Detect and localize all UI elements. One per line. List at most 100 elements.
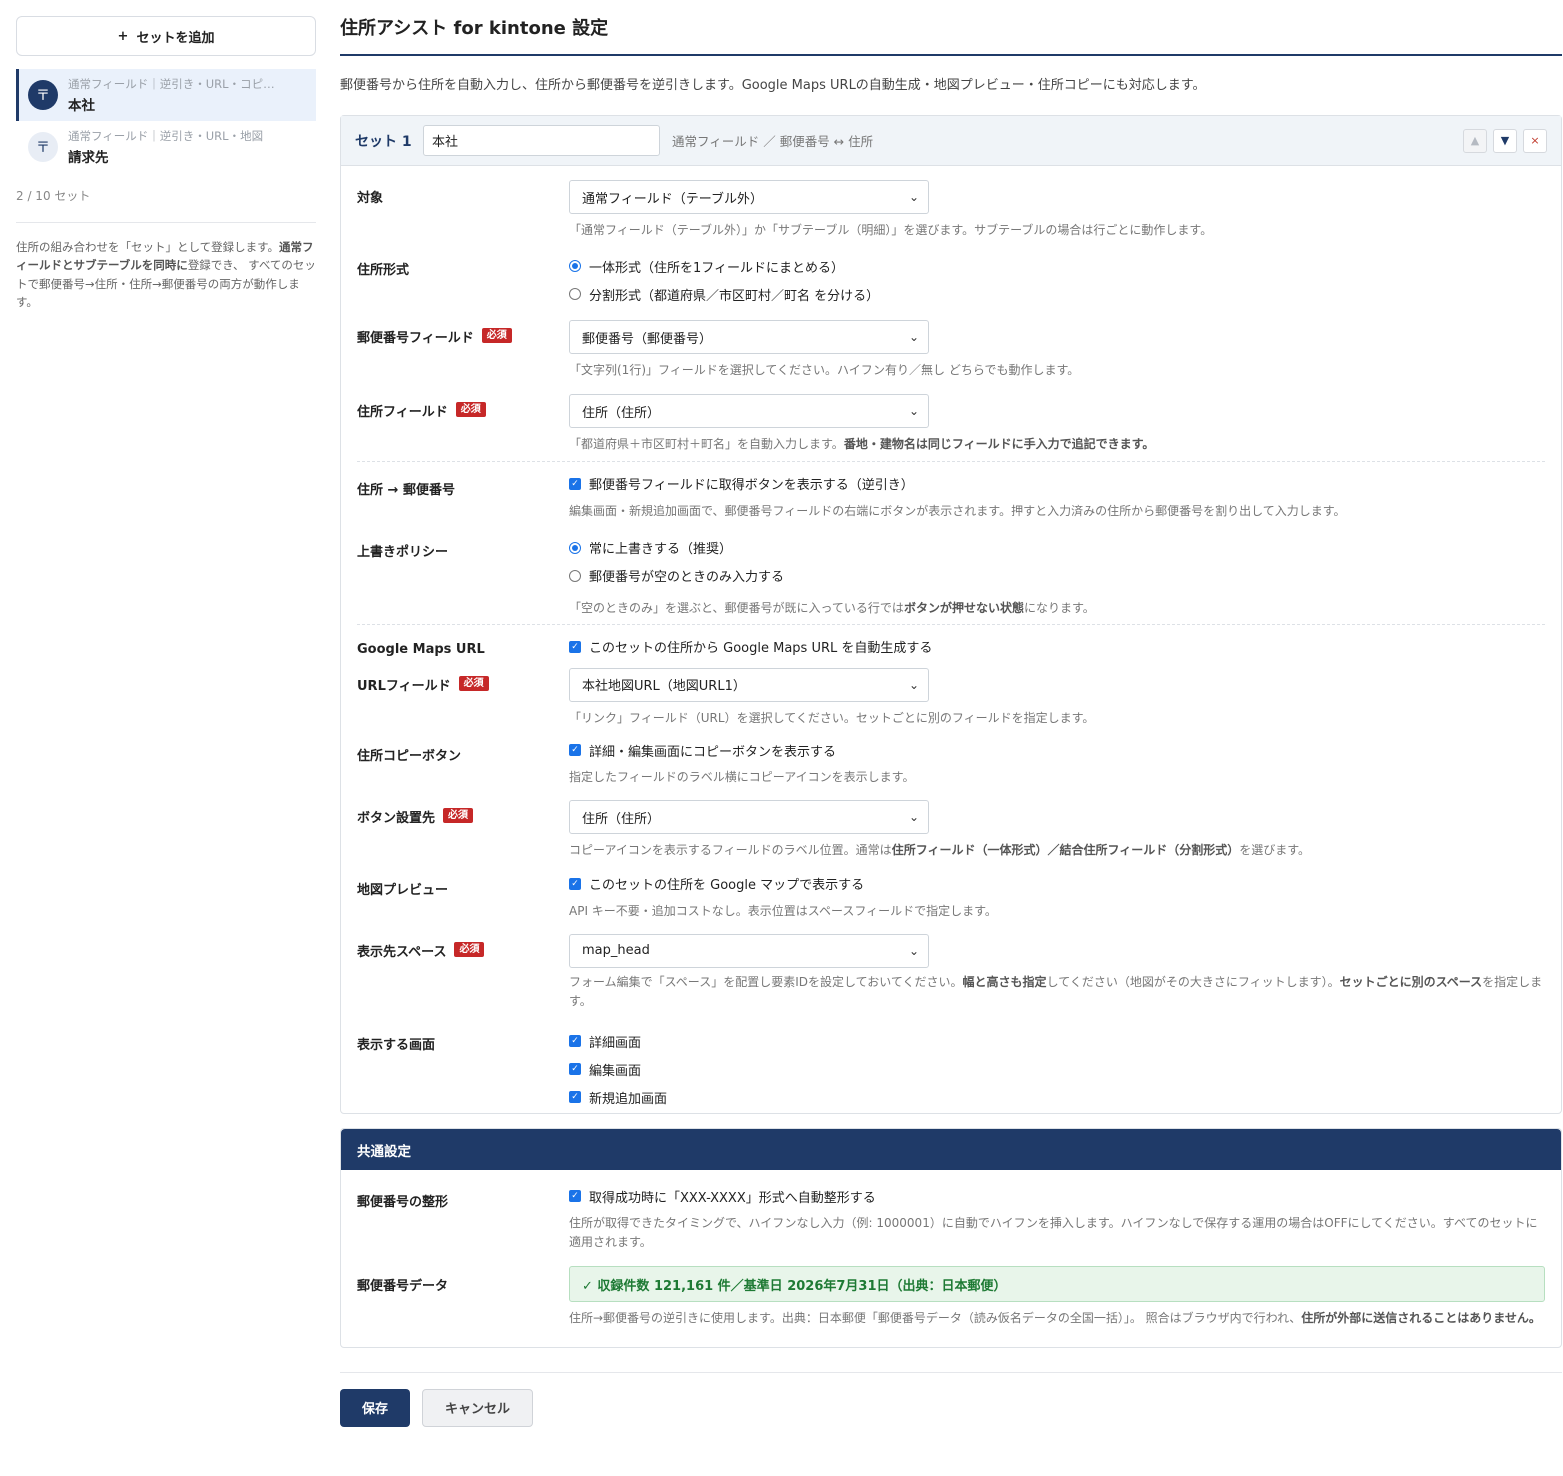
field-label: 上書きポリシー: [357, 538, 569, 618]
save-button[interactable]: 保存: [340, 1388, 410, 1427]
set-list: 〒 通常フィールド｜逆引き・URL・コピー… 本社 〒 通常フィールド｜逆引き・…: [16, 69, 316, 173]
option-label: 編集画面: [589, 1063, 642, 1079]
label-text: 地図プレビュー: [357, 882, 449, 898]
delete-set-button[interactable]: ×: [1523, 128, 1547, 153]
label-text: 対象: [357, 191, 384, 206]
move-down-button[interactable]: ▼: [1493, 128, 1517, 153]
plus-icon: +: [117, 28, 129, 44]
set-item-seikyusaki[interactable]: 〒 通常フィールド｜逆引き・URL・地図 請求先: [16, 121, 316, 173]
field-label: 郵便番号フィールド 必須: [357, 320, 569, 380]
help-text: 「空のときのみ」を選ぶと、郵便番号が既に入っている行ではボタンが押せない状態にな…: [569, 599, 1545, 618]
required-badge: 必須: [481, 328, 512, 344]
option-label: 詳細画面: [589, 1035, 642, 1051]
screen-edit-checkbox[interactable]: ✓ 編集画面: [569, 1059, 1545, 1079]
url-field-select[interactable]: 本社地図URL（地図URL1） ⌄: [569, 667, 929, 702]
chevron-down-icon: ⌄: [908, 943, 919, 958]
address-field-select[interactable]: 住所（住所） ⌄: [569, 394, 929, 429]
screen-detail-checkbox[interactable]: ✓ 詳細画面: [569, 1031, 1545, 1051]
label-text: 住所形式: [357, 263, 410, 279]
label-text: 住所コピーボタン: [357, 749, 462, 765]
row-reverse: 住所 → 郵便番号 ✓ 郵便番号フィールドに取得ボタンを表示する（逆引き） 編集画…: [357, 462, 1545, 521]
zip-field-select[interactable]: 郵便番号（郵便番号） ⌄: [569, 320, 929, 355]
common-settings-header: 共通設定: [341, 1129, 1561, 1171]
help-text: 「都道府県＋市区町村＋町名」を自動入力します。番地・建物名は同じフィールドに手入…: [569, 435, 1545, 454]
set-card: セット 1 通常フィールド ／ 郵便番号 ↔ 住所 ▲ ▼ × 対象 通常フィー…: [340, 115, 1562, 1115]
help-text: 指定したフィールドのラベル横にコピーアイコンを表示します。: [569, 770, 915, 785]
arrow-down-icon: ▼: [1500, 134, 1510, 147]
help-text: 住所が取得できたタイミングで、ハイフンなし入力（例: 1000001）に自動でハ…: [569, 1216, 1538, 1250]
select-value: 住所（住所）: [582, 405, 661, 421]
select-value: map_head: [582, 943, 650, 959]
field-label: 郵便番号データ: [357, 1266, 569, 1328]
reverse-checkbox[interactable]: ✓ 郵便番号フィールドに取得ボタンを表示する（逆引き）: [569, 474, 1545, 494]
help-part: フォーム編集で「スペース」を配置し要素IDを設定しておいてください。: [569, 974, 963, 989]
option-label: 取得成功時に「XXX-XXXX」形式へ自動整形する: [589, 1190, 876, 1206]
label-text: 郵便番号データ: [357, 1279, 449, 1295]
zip-format-checkbox[interactable]: ✓ 取得成功時に「XXX-XXXX」形式へ自動整形する: [569, 1186, 1549, 1206]
move-up-button[interactable]: ▲: [1463, 128, 1487, 153]
cancel-button[interactable]: キャンセル: [422, 1388, 533, 1427]
sidebar-divider: [16, 222, 316, 223]
field-label: 住所フィールド 必須: [357, 394, 569, 454]
set-name-input[interactable]: [423, 125, 660, 156]
help-bold: ボタンが押せない状態: [903, 600, 1024, 615]
help-part: してください（地図がその大きさにフィットします）。: [1046, 974, 1340, 989]
option-label: このセットの住所を Google マップで表示する: [589, 878, 865, 893]
set-number-label: セット 1: [355, 133, 412, 150]
radio-only-empty[interactable]: 郵便番号が空のときのみ入力する: [569, 566, 1545, 586]
space-select[interactable]: map_head ⌄: [569, 933, 929, 968]
required-badge: 必須: [455, 402, 486, 418]
select-value: 本社地図URL（地図URL1）: [582, 679, 746, 695]
radio-unified[interactable]: 一体形式（住所を1フィールドにまとめる）: [569, 256, 1545, 276]
add-set-label: セットを追加: [136, 30, 215, 46]
button-place-select[interactable]: 住所（住所） ⌄: [569, 800, 929, 835]
field-label: 地図プレビュー: [357, 874, 569, 921]
row-target: 対象 通常フィールド（テーブル外） ⌄ 「通常フィールド（テーブル外）」か「サブテ…: [357, 166, 1545, 240]
set-card-body: 対象 通常フィールド（テーブル外） ⌄ 「通常フィールド（テーブル外）」か「サブテ…: [341, 166, 1561, 1113]
label-text: ボタン設置先: [357, 811, 436, 827]
radio-always-overwrite[interactable]: 常に上書きする（推奨）: [569, 538, 1545, 558]
option-label: 常に上書きする（推奨）: [589, 542, 733, 558]
row-zip-format: 郵便番号の整形 ✓ 取得成功時に「XXX-XXXX」形式へ自動整形する 住所が取得…: [357, 1170, 1545, 1252]
help-part: 住所→郵便番号の逆引きに使用します。出典：日本郵便「郵便番号データ（読み仮名デー…: [569, 1311, 1302, 1326]
checkbox-checked-icon: ✓: [569, 1190, 581, 1203]
row-overwrite: 上書きポリシー 常に上書きする（推奨） 郵便番号が空のときのみ入力する 「空のと…: [357, 521, 1545, 618]
map-preview-checkbox[interactable]: ✓ このセットの住所を Google マップで表示する: [569, 874, 1545, 894]
row-address-field: 住所フィールド 必須 住所（住所） ⌄ 「都道府県＋市区町村＋町名」を自動入力します…: [357, 380, 1545, 454]
copy-button-checkbox[interactable]: ✓ 詳細・編集画面にコピーボタンを表示する: [569, 740, 1545, 760]
set-item-honsha[interactable]: 〒 通常フィールド｜逆引き・URL・コピー… 本社: [16, 69, 316, 121]
row-address-format: 住所形式 一体形式（住所を1フィールドにまとめる） 分割形式（都道府県／市区町村…: [357, 240, 1545, 304]
chevron-down-icon: ⌄: [908, 677, 919, 692]
target-select[interactable]: 通常フィールド（テーブル外） ⌄: [569, 180, 929, 214]
screen-new-checkbox[interactable]: ✓ 新規追加画面: [569, 1087, 1545, 1107]
help-part: になります。: [1023, 600, 1095, 615]
sidebar-help: 住所の組み合わせを「セット」として登録します。通常フィールドとサブテーブルを同時…: [16, 238, 316, 312]
label-text: 郵便番号フィールド: [357, 331, 474, 347]
radio-split[interactable]: 分割形式（都道府県／市区町村／町名 を分ける）: [569, 284, 1545, 304]
select-value: 郵便番号（郵便番号）: [582, 331, 713, 347]
help-bold: セットごとに別のスペース: [1339, 974, 1483, 989]
help-text: API キー不要・追加コストなし。表示位置はスペースフィールドで指定します。: [569, 903, 997, 918]
add-set-button[interactable]: + セットを追加: [16, 16, 316, 56]
maps-url-checkbox[interactable]: ✓ このセットの住所から Google Maps URL を自動生成する: [569, 637, 1545, 657]
option-label: 一体形式（住所を1フィールドにまとめる）: [589, 260, 845, 276]
field-label: ボタン設置先 必須: [357, 800, 569, 860]
sidebar-help-text: 住所の組み合わせを「セット」として登録します。: [16, 240, 280, 254]
help-bold: 幅と高さも指定: [962, 974, 1047, 989]
page-title: 住所アシスト for kintone 設定: [340, 16, 1562, 56]
label-text: 表示する画面: [357, 1038, 436, 1054]
required-badge: 必須: [443, 808, 474, 824]
common-settings-card: 共通設定 郵便番号の整形 ✓ 取得成功時に「XXX-XXXX」形式へ自動整形する …: [340, 1128, 1562, 1348]
label-text: URLフィールド: [357, 678, 451, 694]
page-description: 郵便番号から住所を自動入力し、住所から郵便番号を逆引きします。Google Ma…: [340, 78, 1206, 93]
row-zip-field: 郵便番号フィールド 必須 郵便番号（郵便番号） ⌄ 「文字列(1行)」フィールドを選…: [357, 304, 1545, 380]
option-label: このセットの住所から Google Maps URL を自動生成する: [589, 641, 933, 657]
field-label: 住所 → 郵便番号: [357, 474, 569, 521]
help-text: フォーム編集で「スペース」を配置し要素IDを設定しておいてください。幅と高さも指…: [569, 973, 1549, 1011]
zip-data-status: ✓ 収録件数 121,161 件／基準日 2026年7月31日（出典：日本郵便）: [569, 1266, 1545, 1303]
help-part: 「空のときのみ」を選ぶと、郵便番号が既に入っている行では: [569, 600, 904, 615]
option-label: 詳細・編集画面にコピーボタンを表示する: [589, 744, 837, 760]
set-summary: 通常フィールド ／ 郵便番号 ↔ 住所: [672, 134, 874, 149]
field-label: 表示する画面: [357, 1031, 569, 1107]
required-badge: 必須: [454, 941, 485, 957]
